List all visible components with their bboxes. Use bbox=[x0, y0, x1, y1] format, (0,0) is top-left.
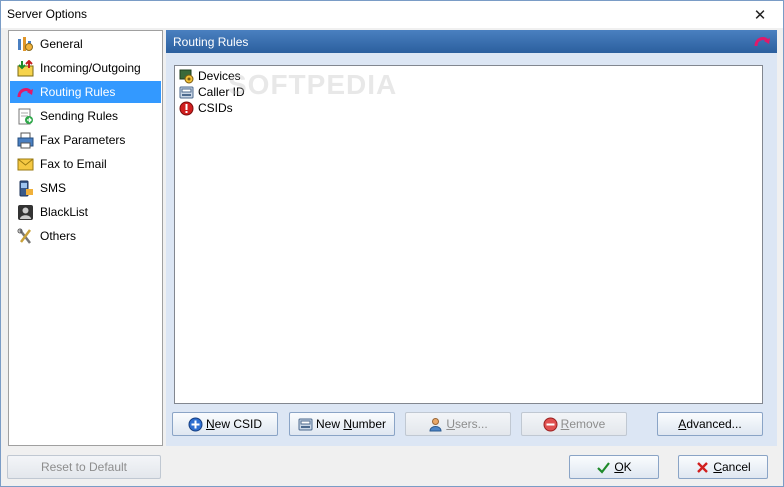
cancel-icon bbox=[695, 460, 710, 475]
sidebar-item-label: Fax Parameters bbox=[40, 133, 126, 147]
others-icon bbox=[17, 228, 34, 245]
csids-icon bbox=[179, 101, 194, 116]
sidebar-item-label: Others bbox=[40, 229, 77, 243]
fax-to-email-icon bbox=[17, 156, 34, 173]
sidebar-item-label: General bbox=[40, 37, 83, 51]
remove-button[interactable]: Remove bbox=[521, 412, 627, 436]
sidebar-item-label: Fax to Email bbox=[40, 157, 107, 171]
sidebar-item-routing-rules[interactable]: Routing Rules bbox=[10, 81, 161, 103]
sidebar-item-label: BlackList bbox=[40, 205, 89, 219]
sidebar-item-blacklist[interactable]: BlackList bbox=[10, 201, 161, 223]
users-button[interactable]: Users... bbox=[405, 412, 511, 436]
tree-item-label: CSIDs bbox=[198, 101, 233, 115]
new-csid-button[interactable]: New CSID bbox=[172, 412, 278, 436]
options-sidebar: General Incoming/Outgoing Routing Rules … bbox=[8, 30, 163, 446]
panel-header: Routing Rules bbox=[166, 30, 777, 53]
caller-id-icon bbox=[298, 417, 313, 432]
user-icon bbox=[428, 417, 443, 432]
sidebar-item-others[interactable]: Others bbox=[10, 225, 161, 247]
tree-item-csids[interactable]: CSIDs bbox=[179, 100, 233, 116]
devices-icon bbox=[179, 69, 194, 84]
sidebar-item-incoming-outgoing[interactable]: Incoming/Outgoing bbox=[10, 57, 161, 79]
new-number-button[interactable]: New Number bbox=[289, 412, 395, 436]
routing-rules-icon bbox=[754, 33, 771, 50]
add-icon bbox=[188, 417, 203, 432]
sidebar-item-label: Routing Rules bbox=[40, 85, 116, 99]
blacklist-icon bbox=[17, 204, 34, 221]
remove-icon bbox=[543, 417, 558, 432]
routing-rules-icon bbox=[17, 84, 34, 101]
sidebar-item-label: Incoming/Outgoing bbox=[40, 61, 141, 75]
watermark: SOFTPEDIA bbox=[228, 69, 398, 100]
sidebar-item-general[interactable]: General bbox=[10, 33, 161, 55]
cancel-button[interactable]: Cancel bbox=[678, 455, 768, 479]
sidebar-item-fax-to-email[interactable]: Fax to Email bbox=[10, 153, 161, 175]
title-bar: Server Options ✕ bbox=[1, 1, 783, 28]
window-title: Server Options bbox=[7, 7, 88, 21]
reset-to-default-button[interactable]: Reset to Default bbox=[7, 455, 161, 479]
incoming-outgoing-icon bbox=[17, 59, 34, 77]
sidebar-item-label: SMS bbox=[40, 181, 67, 195]
close-button[interactable]: ✕ bbox=[737, 1, 783, 28]
sidebar-item-label: Sending Rules bbox=[40, 109, 119, 123]
routing-rules-tree[interactable]: Devices Caller ID CSIDs SOFTPEDIA bbox=[174, 65, 763, 404]
sms-icon bbox=[17, 180, 34, 197]
checkmark-icon bbox=[596, 460, 611, 475]
advanced-button[interactable]: Advanced... bbox=[657, 412, 763, 436]
caller-id-icon bbox=[179, 85, 194, 100]
general-icon bbox=[17, 36, 34, 53]
sidebar-item-sending-rules[interactable]: Sending Rules bbox=[10, 105, 161, 127]
fax-parameters-icon bbox=[17, 132, 34, 149]
ok-button[interactable]: OK bbox=[569, 455, 659, 479]
sidebar-item-fax-parameters[interactable]: Fax Parameters bbox=[10, 129, 161, 151]
sidebar-item-sms[interactable]: SMS bbox=[10, 177, 161, 199]
panel-title: Routing Rules bbox=[173, 35, 249, 49]
sending-rules-icon bbox=[17, 108, 34, 125]
